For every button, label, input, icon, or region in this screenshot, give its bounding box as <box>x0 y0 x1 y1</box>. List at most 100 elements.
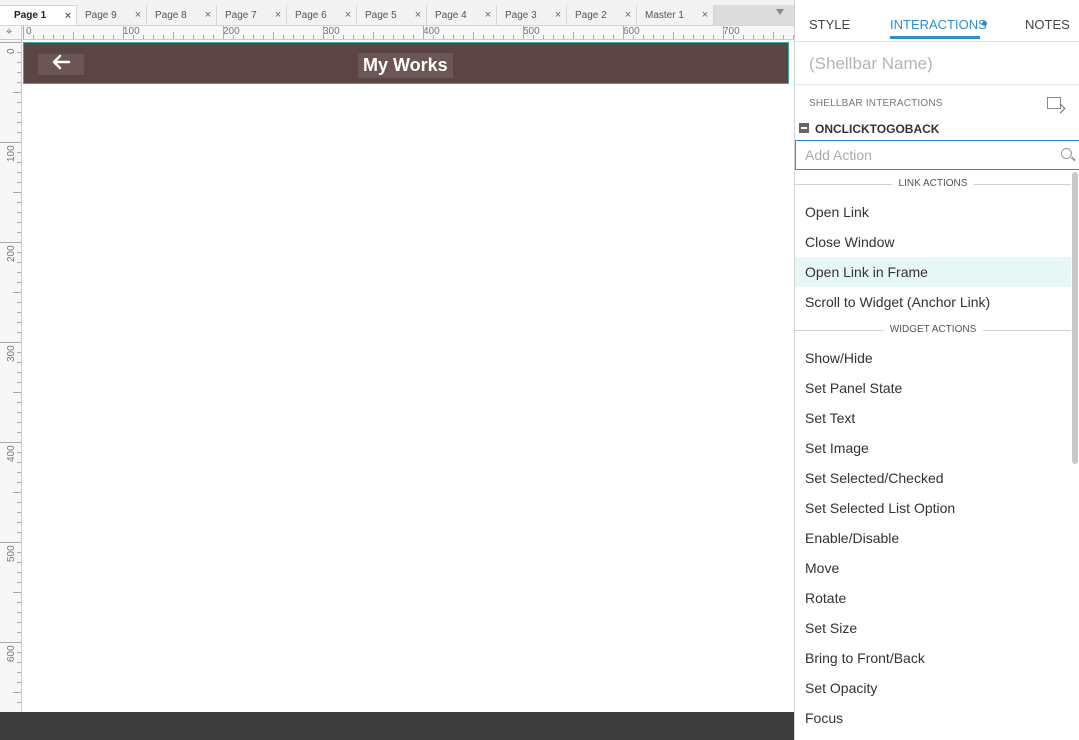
ruler-tick <box>383 35 384 39</box>
action-move[interactable]: Move <box>795 553 1071 583</box>
action-set-selected-list-option[interactable]: Set Selected List Option <box>795 493 1071 523</box>
close-icon[interactable]: × <box>60 10 76 22</box>
action-scroll-to-widget[interactable]: Scroll to Widget (Anchor Link) <box>795 287 1071 317</box>
ruler-tick <box>453 35 454 39</box>
ruler-tick <box>543 35 544 39</box>
close-icon[interactable]: × <box>200 9 216 21</box>
close-icon[interactable]: × <box>550 9 566 21</box>
action-open-link[interactable]: Open Link <box>795 197 1071 227</box>
tab-page-1[interactable]: Page 1 × <box>0 5 77 25</box>
back-button[interactable] <box>38 54 84 75</box>
action-set-panel-state[interactable]: Set Panel State <box>795 373 1071 403</box>
ruler-tick <box>763 35 764 39</box>
ruler-label: 100 <box>6 145 17 162</box>
ruler-tick <box>17 532 21 533</box>
tab-page-6[interactable]: Page 6 × <box>287 5 357 25</box>
tab-style[interactable]: STYLE <box>809 17 850 32</box>
close-icon[interactable]: × <box>410 9 426 21</box>
ruler-tick <box>673 32 674 39</box>
ruler-tick <box>17 162 21 163</box>
ruler-tick <box>253 35 254 39</box>
ruler-tick <box>17 602 21 603</box>
ruler-tick <box>17 312 21 313</box>
ruler-tick <box>13 292 21 293</box>
shellbar-title[interactable]: My Works <box>358 53 453 78</box>
action-bring-to-front-back[interactable]: Bring to Front/Back <box>795 643 1071 673</box>
close-icon[interactable]: × <box>697 9 713 21</box>
ruler-tick <box>133 35 134 39</box>
chevron-down-icon[interactable] <box>776 9 784 15</box>
ruler-tick <box>17 222 21 223</box>
ruler-tick <box>643 35 644 39</box>
ruler-tick <box>583 35 584 39</box>
close-icon[interactable]: × <box>340 9 356 21</box>
event-name[interactable]: ONCLICKTOGOBACK <box>815 122 939 136</box>
ruler-tick <box>403 35 404 39</box>
tab-interactions[interactable]: INTERACTIONS <box>890 17 987 32</box>
tab-page-8[interactable]: Page 8 × <box>147 5 217 25</box>
close-icon[interactable]: × <box>130 9 146 21</box>
action-set-size[interactable]: Set Size <box>795 613 1071 643</box>
collapse-icon[interactable] <box>799 123 809 133</box>
tab-label: Page 2 <box>575 9 607 21</box>
ruler-tick <box>0 642 21 643</box>
ruler-tick <box>123 26 124 39</box>
ruler-tick <box>213 35 214 39</box>
tab-label: Page 9 <box>85 9 117 21</box>
tab-master-1[interactable]: Master 1 × <box>637 5 714 25</box>
add-interaction-icon[interactable] <box>1047 97 1061 109</box>
status-bar <box>0 712 794 740</box>
tab-page-2[interactable]: Page 2 × <box>567 5 637 25</box>
close-icon[interactable]: × <box>620 9 636 21</box>
ruler-tick <box>17 132 21 133</box>
ruler-tick <box>0 42 21 43</box>
ruler-tick <box>17 412 21 413</box>
ruler-tick <box>17 462 21 463</box>
close-icon[interactable]: × <box>270 9 286 21</box>
ruler-tick <box>773 32 774 39</box>
ruler-tick <box>363 35 364 39</box>
add-action-input[interactable] <box>795 140 1079 170</box>
action-focus[interactable]: Focus <box>795 703 1071 733</box>
tab-page-4[interactable]: Page 4 × <box>427 5 497 25</box>
action-show-hide[interactable]: Show/Hide <box>795 343 1071 373</box>
action-set-opacity[interactable]: Set Opacity <box>795 673 1071 703</box>
action-close-window[interactable]: Close Window <box>795 227 1071 257</box>
tab-bar-spacer <box>714 5 794 25</box>
ruler-tick <box>0 442 21 443</box>
shellbar-widget[interactable]: My Works <box>23 42 789 84</box>
design-canvas[interactable]: My Works <box>22 41 794 712</box>
close-icon[interactable]: × <box>480 9 496 21</box>
ruler-tick <box>473 32 474 39</box>
action-rotate[interactable]: Rotate <box>795 583 1071 613</box>
ruler-label: 0 <box>26 26 32 37</box>
action-set-image[interactable]: Set Image <box>795 433 1071 463</box>
action-set-selected-checked[interactable]: Set Selected/Checked <box>795 463 1071 493</box>
tab-notes[interactable]: NOTES <box>1025 17 1070 32</box>
arrow-left-icon <box>51 54 71 75</box>
ruler-tick <box>753 35 754 39</box>
tab-page-9[interactable]: Page 9 × <box>77 5 147 25</box>
tab-page-7[interactable]: Page 7 × <box>217 5 287 25</box>
ruler-tick <box>43 35 44 39</box>
ruler-tick <box>573 32 574 39</box>
tab-page-3[interactable]: Page 3 × <box>497 5 567 25</box>
ruler-tick <box>513 35 514 39</box>
ruler-label: 200 <box>6 245 17 262</box>
ruler-tick <box>13 392 21 393</box>
ruler-tick <box>17 432 21 433</box>
scrollbar[interactable] <box>1072 172 1078 464</box>
tab-page-5[interactable]: Page 5 × <box>357 5 427 25</box>
widget-name-field[interactable]: (Shellbar Name) <box>809 54 933 74</box>
section-heading: SHELLBAR INTERACTIONS <box>809 98 943 109</box>
ruler-tick <box>433 35 434 39</box>
ruler-label: 400 <box>423 26 440 37</box>
tab-label: Master 1 <box>645 9 684 21</box>
action-enable-disable[interactable]: Enable/Disable <box>795 523 1071 553</box>
page-tab-bar: Page 1 × Page 9 × Page 8 × Page 7 × Page… <box>0 0 794 26</box>
action-open-link-in-frame[interactable]: Open Link in Frame <box>795 257 1071 287</box>
ruler-tick <box>203 35 204 39</box>
search-icon <box>1061 148 1072 159</box>
action-set-text[interactable]: Set Text <box>795 403 1071 433</box>
ruler-tick <box>13 92 21 93</box>
